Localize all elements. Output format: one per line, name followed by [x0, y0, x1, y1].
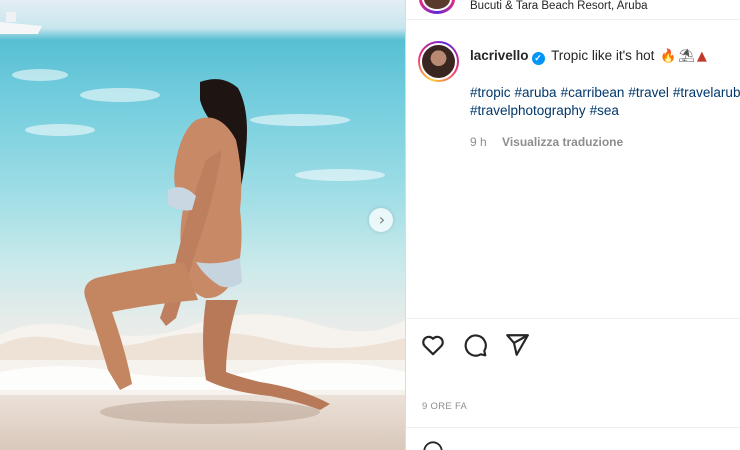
beach-emoji-icon: ⛱: [678, 49, 695, 64]
caption-avatar[interactable]: [418, 41, 459, 82]
volcano-emoji-icon: ▲: [696, 49, 707, 64]
caption-meta: 9 h Visualizza traduzione: [470, 135, 623, 149]
action-bar: [420, 332, 530, 358]
hashtag-link[interactable]: #sea: [590, 103, 619, 118]
hashtag-link[interactable]: #travelaruba: [673, 85, 740, 100]
author-avatar[interactable]: [419, 0, 455, 14]
post-header: Bucuti & Tara Beach Resort, Aruba: [406, 0, 740, 20]
hashtag-link[interactable]: #travel: [628, 85, 669, 100]
hashtag-list: #tropic #aruba #carribean #travel #travelaru…: [470, 84, 740, 120]
post-location[interactable]: Bucuti & Tara Beach Resort, Aruba: [470, 0, 648, 12]
heart-icon[interactable]: [420, 332, 446, 358]
translate-button[interactable]: Visualizza traduzione: [502, 135, 623, 149]
hashtag-link[interactable]: #aruba: [515, 85, 557, 100]
post-caption: lacrivello ✓ Tropic like it's hot 🔥 ⛱ ▲: [470, 48, 707, 65]
post-side-panel: Bucuti & Tara Beach Resort, Aruba lacriv…: [405, 0, 740, 450]
beach-scene: [0, 12, 405, 424]
paper-plane-icon[interactable]: [504, 332, 530, 358]
caption-username[interactable]: lacrivello: [470, 48, 529, 63]
post-age-short: 9 h: [470, 135, 487, 149]
comment-divider: [406, 427, 740, 428]
emoji-picker-icon[interactable]: [422, 440, 444, 450]
hashtag-link[interactable]: #travelphotography: [470, 103, 586, 118]
fire-emoji-icon: 🔥: [660, 49, 677, 64]
caption-text: Tropic like it's hot: [551, 48, 655, 63]
actions-divider: [406, 318, 740, 319]
hashtag-link[interactable]: #tropic: [470, 85, 511, 100]
post-photo: ›: [0, 0, 405, 450]
post-age-long: 9 ORE FA: [422, 401, 468, 412]
comment-icon[interactable]: [462, 332, 488, 358]
chevron-right-icon: ›: [378, 210, 386, 229]
verified-badge-icon: ✓: [531, 52, 545, 65]
hashtag-link[interactable]: #carribean: [561, 85, 625, 100]
next-photo-button[interactable]: ›: [369, 208, 393, 232]
